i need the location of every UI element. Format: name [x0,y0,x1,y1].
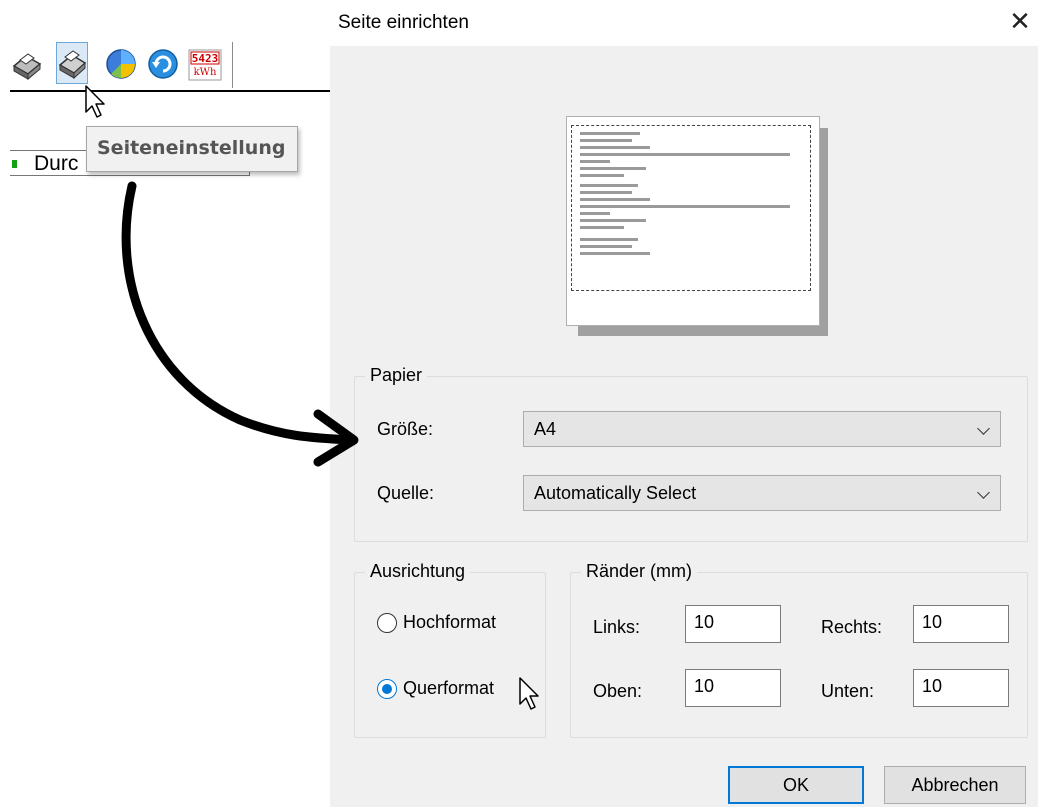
tooltip: Seiteneinstellung [86,126,298,172]
kwh-meter-icon[interactable]: 5423 kWh [188,44,222,84]
paper-source-select[interactable]: Automatically Select [523,475,1001,511]
paper-group: Papier Größe: A4 Quelle: Automatically S… [354,365,1028,542]
margin-top-input[interactable]: 10 [685,669,781,707]
toolbar-underline [10,90,332,92]
orientation-legend: Ausrichtung [365,561,471,582]
preview-margin-box [571,125,811,291]
source-label: Quelle: [377,483,435,503]
orientation-group: Ausrichtung Hochformat Querformat [354,561,546,738]
margin-right-input[interactable]: 10 [913,605,1009,643]
dialog-body: Papier Größe: A4 Quelle: Automatically S… [330,46,1038,807]
portrait-radio[interactable] [377,613,397,633]
margin-left-label: Links: [593,617,641,637]
chevron-down-icon [977,486,990,499]
margin-top-label: Oben: [593,681,643,701]
dialog-title: Seite einrichten [338,12,469,33]
page-setup-dialog: Seite einrichten ✕ Papier Größe: A4 Quel… [330,0,1038,807]
chevron-down-icon [977,422,990,435]
pie-chart-icon[interactable] [104,44,136,84]
margin-left-input[interactable]: 10 [685,605,781,643]
size-label: Größe: [377,419,434,439]
list-item-label: Durc [34,152,79,175]
page-preview [566,116,820,326]
close-icon[interactable]: ✕ [1006,6,1034,36]
landscape-label[interactable]: Querformat [403,678,494,699]
margin-right-label: Rechts: [821,617,883,637]
refresh-icon[interactable] [146,44,178,84]
ok-button[interactable]: OK [728,766,864,804]
printer-icon[interactable] [10,44,42,84]
paper-size-value: A4 [534,419,557,439]
paper-source-value: Automatically Select [534,483,697,503]
svg-text:kWh: kWh [194,67,217,78]
margin-bottom-label: Unten: [821,681,875,701]
margins-legend: Ränder (mm) [581,561,698,582]
margins-group: Ränder (mm) Links: 10 Rechts: 10 Oben: 1… [570,561,1028,738]
background-app: 5423 kWh Durc Seiteneinstellung [0,0,332,807]
svg-text:5423: 5423 [192,52,219,65]
cancel-button[interactable]: Abbrechen [884,766,1026,804]
status-dot [12,160,17,168]
margin-bottom-input[interactable]: 10 [913,669,1009,707]
paper-legend: Papier [365,365,428,386]
toolbar-divider [232,42,233,88]
portrait-label[interactable]: Hochformat [403,612,496,633]
landscape-radio[interactable] [377,679,397,699]
paper-size-select[interactable]: A4 [523,411,1001,447]
page-setup-printer-icon[interactable] [56,42,88,84]
